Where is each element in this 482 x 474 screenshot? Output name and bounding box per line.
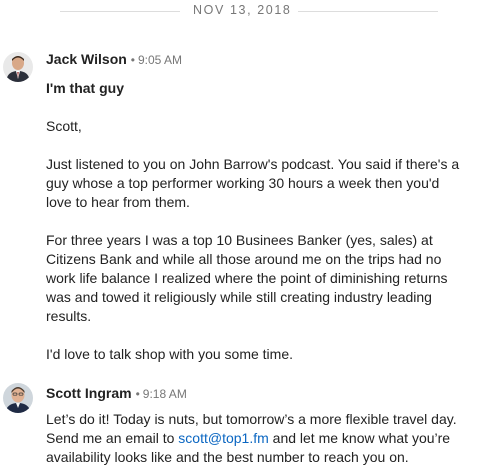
message-paragraph: For three years I was a top 10 Businees …: [46, 232, 448, 324]
person-photo-icon: [3, 52, 33, 82]
message-header: Jack Wilson • 9:05 AM: [46, 51, 182, 69]
message-paragraph: Scott,: [46, 118, 82, 134]
avatar-jack-wilson[interactable]: [3, 52, 33, 82]
message-body: Let’s do it! Today is nuts, but tomorrow…: [46, 410, 480, 467]
sender-name[interactable]: Jack Wilson: [46, 51, 127, 67]
avatar-scott-ingram[interactable]: [3, 383, 33, 413]
date-divider-label: NOV 13, 2018: [193, 3, 292, 17]
message-body: I'm that guy Scott, Just listened to you…: [46, 79, 480, 364]
separator-dot: •: [135, 387, 140, 401]
sender-name[interactable]: Scott Ingram: [46, 385, 132, 401]
message-paragraph: Just listened to you on John Barrow's po…: [46, 156, 460, 210]
message-time: 9:18 AM: [142, 387, 187, 401]
message-time: 9:05 AM: [138, 53, 183, 67]
message-subject: I'm that guy: [46, 80, 124, 96]
divider-line-right: [298, 11, 438, 12]
message-paragraph: I'd love to talk shop with you some time…: [46, 346, 294, 362]
date-divider: NOV 13, 2018: [0, 2, 482, 20]
email-link[interactable]: scott@top1.fm: [178, 430, 268, 446]
separator-dot: •: [130, 53, 135, 67]
message-paragraph: Let’s do it! Today is nuts, but tomorrow…: [46, 410, 480, 467]
message-header: Scott Ingram • 9:18 AM: [46, 385, 187, 403]
person-photo-icon: [3, 383, 33, 413]
divider-line-left: [60, 11, 180, 12]
